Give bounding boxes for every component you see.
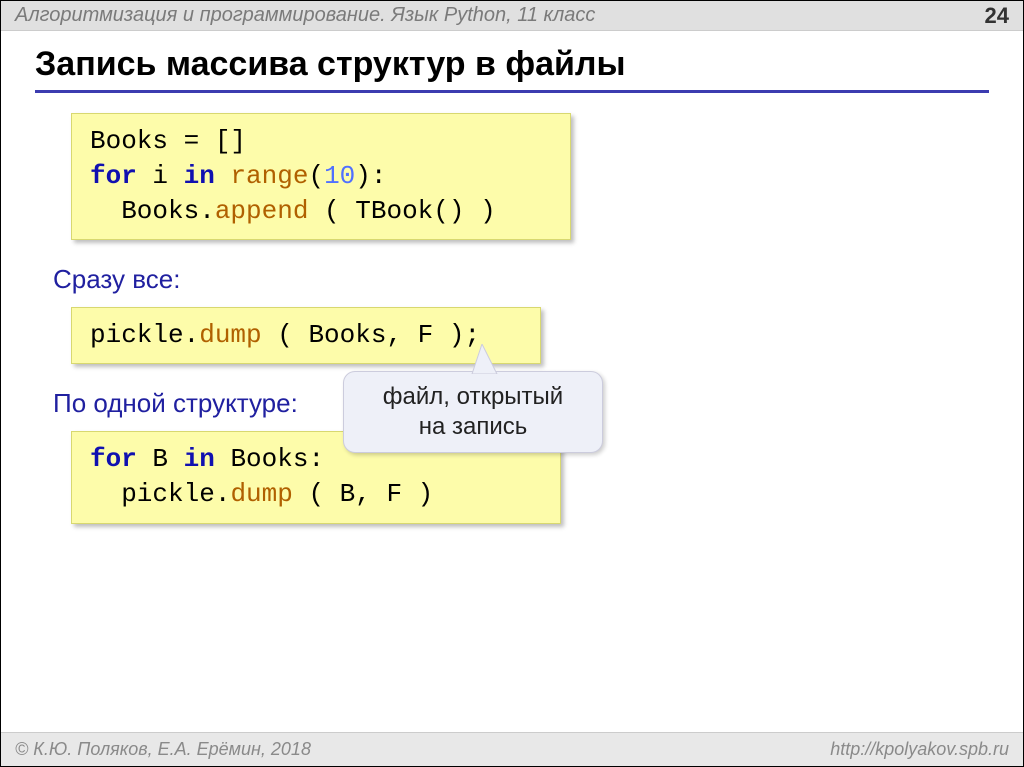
code-func: dump bbox=[230, 479, 292, 509]
code-text: pickle. bbox=[90, 320, 199, 350]
code-text: ( B, F ) bbox=[293, 479, 433, 509]
code-text: ): bbox=[355, 161, 386, 191]
code-func: append bbox=[215, 196, 309, 226]
slide-header: Алгоритмизация и программирование. Язык … bbox=[1, 1, 1023, 31]
code-text: ( TBook() ) bbox=[308, 196, 495, 226]
code-text: Books: bbox=[215, 444, 324, 474]
footer-copyright: © К.Ю. Поляков, Е.А. Ерёмин, 2018 bbox=[15, 739, 311, 760]
code-block-1: Books = [] for i in range(10): Books.app… bbox=[71, 113, 571, 240]
footer-url: http://kpolyakov.spb.ru bbox=[830, 739, 1009, 760]
code-keyword: for bbox=[90, 444, 137, 474]
code-text: pickle. bbox=[90, 479, 230, 509]
callout-tail-icon bbox=[452, 344, 512, 374]
slide-footer: © К.Ю. Поляков, Е.А. Ерёмин, 2018 http:/… bbox=[1, 732, 1023, 766]
content-area: Books = [] for i in range(10): Books.app… bbox=[1, 101, 1023, 542]
callout-box: файл, открытый на запись bbox=[343, 371, 603, 453]
code-text: = [] bbox=[168, 126, 246, 156]
code-text: B bbox=[137, 444, 184, 474]
code-func: range bbox=[230, 161, 308, 191]
code-keyword: in bbox=[184, 161, 215, 191]
code-text: ( Books, F ); bbox=[262, 320, 480, 350]
code-text: Books. bbox=[90, 196, 215, 226]
code-text bbox=[215, 161, 231, 191]
code-keyword: for bbox=[90, 161, 137, 191]
code-text: i bbox=[137, 161, 184, 191]
code-text: ( bbox=[308, 161, 324, 191]
callout-line2: на запись bbox=[360, 412, 586, 442]
code-number: 10 bbox=[324, 161, 355, 191]
code-text: Books bbox=[90, 126, 168, 156]
slide-title: Запись массива структур в файлы bbox=[35, 45, 989, 93]
code-func: dump bbox=[199, 320, 261, 350]
page-number: 24 bbox=[985, 3, 1009, 29]
course-title: Алгоритмизация и программирование. Язык … bbox=[15, 4, 595, 27]
subheading-all: Сразу все: bbox=[53, 264, 989, 295]
callout-line1: файл, открытый bbox=[360, 382, 586, 412]
code-keyword: in bbox=[184, 444, 215, 474]
